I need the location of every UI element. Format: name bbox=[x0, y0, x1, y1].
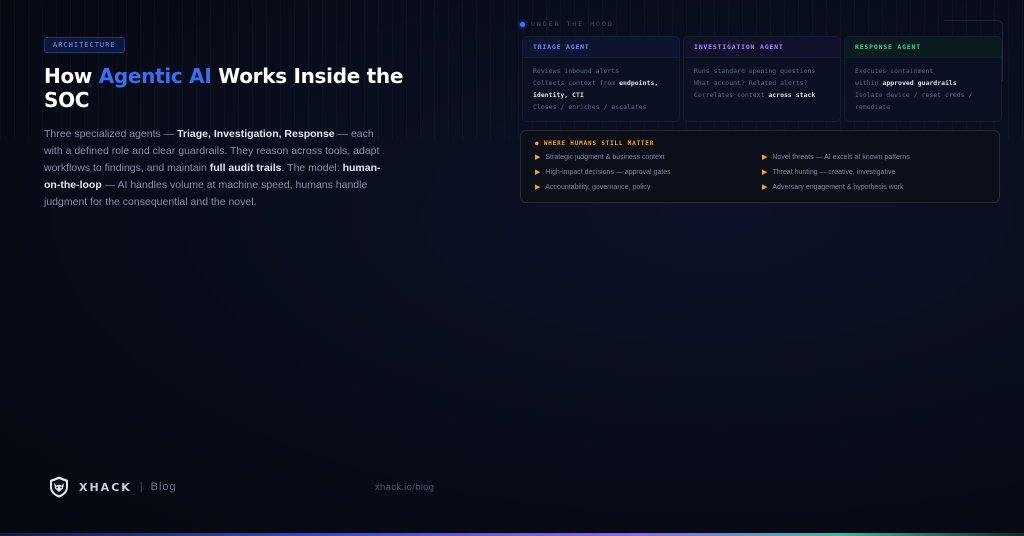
humans-title: ● WHERE HUMANS STILL MATTER bbox=[535, 140, 655, 147]
desc-text: Three specialized agents — bbox=[44, 128, 178, 140]
agent-line: Collects context from endpoints, bbox=[533, 77, 669, 89]
brand-logo[interactable]: XHACK | Blog bbox=[47, 475, 177, 499]
humans-item: ▶ Threat hunting — creative, investigativ… bbox=[762, 168, 896, 177]
agent-title: INVESTIGATION AGENT bbox=[684, 37, 840, 58]
agent-body: Reviews inbound alerts Collects context … bbox=[523, 58, 679, 120]
agent-body: Runs standard opening questions What acc… bbox=[684, 58, 840, 108]
agent-emphasis: approved guardrails bbox=[882, 79, 957, 87]
agent-title: RESPONSE AGENT bbox=[845, 37, 1001, 58]
agent-title: TRIAGE AGENT bbox=[523, 37, 679, 58]
agent-line: What account? Related alerts? bbox=[694, 79, 808, 87]
humans-item: ▶ Accountability, governance, policy bbox=[535, 183, 651, 192]
agent-text: Collects context from bbox=[533, 79, 620, 87]
humans-item: ▶ High-impact decisions — approval gates bbox=[535, 168, 671, 177]
brand-name: XHACK bbox=[79, 480, 132, 494]
section-tag: ARCHITECTURE bbox=[44, 37, 125, 53]
agent-line: remediate bbox=[855, 103, 891, 111]
agent-text: within bbox=[855, 79, 883, 87]
play-arrow-icon: ▶ bbox=[535, 154, 541, 161]
agent-line: Correlates context across stack bbox=[694, 89, 830, 101]
agent-line: Isolate device / reset creds / bbox=[855, 91, 973, 99]
agent-line: identity, CTI bbox=[533, 89, 669, 101]
agent-body: Executes containment within approved gua… bbox=[845, 58, 1001, 120]
agent-emphasis: identity, CTI bbox=[533, 91, 584, 99]
play-arrow-icon: ▶ bbox=[762, 169, 768, 176]
play-arrow-icon: ▶ bbox=[762, 184, 768, 191]
humans-item: ▶ Strategic judgment & business context bbox=[535, 153, 665, 162]
agent-line: within approved guardrails bbox=[855, 77, 991, 89]
agent-line: Reviews inbound alerts bbox=[533, 67, 620, 75]
investigation-agent-card: INVESTIGATION AGENT Runs standard openin… bbox=[683, 36, 841, 122]
humans-item: ▶ Novel threats — AI excels at known patt… bbox=[762, 153, 910, 162]
status-dot-icon bbox=[520, 21, 525, 27]
page-title: How Agentic AI Works Inside the SOC bbox=[44, 64, 404, 112]
humans-item-text: Accountability, governance, policy bbox=[545, 183, 651, 191]
humans-matter-panel: ● WHERE HUMANS STILL MATTER ▶ Strategic j… bbox=[520, 130, 1000, 203]
humans-item-text: Strategic judgment & business context bbox=[545, 153, 665, 161]
intro-paragraph: Three specialized agents — Triage, Inves… bbox=[44, 126, 389, 211]
triage-agent-card: TRIAGE AGENT Reviews inbound alerts Coll… bbox=[522, 36, 680, 122]
agent-line: Closes / enriches / escalates bbox=[533, 103, 647, 111]
play-arrow-icon: ▶ bbox=[535, 184, 541, 191]
play-arrow-icon: ▶ bbox=[535, 169, 541, 176]
title-pre: How bbox=[44, 64, 99, 88]
humans-item-text: Adversary engagement & hypothesis work bbox=[772, 183, 904, 191]
play-arrow-icon: ▶ bbox=[762, 154, 768, 161]
site-url[interactable]: xhack.io/blog bbox=[375, 482, 434, 493]
humans-item-text: Novel threats — AI excels at known patte… bbox=[772, 153, 910, 161]
humans-item-text: High-impact decisions — approval gates bbox=[545, 168, 671, 176]
agent-line: Executes containment bbox=[855, 67, 934, 75]
humans-title-text: WHERE HUMANS STILL MATTER bbox=[543, 140, 655, 147]
hood-label-text: UNDER THE HOOD bbox=[531, 20, 614, 28]
response-agent-card: RESPONSE AGENT Executes containment with… bbox=[844, 36, 1002, 122]
humans-item: ▶ Adversary engagement & hypothesis work bbox=[762, 183, 904, 192]
desc-text: . The model: bbox=[281, 162, 343, 174]
agent-emphasis: endpoints, bbox=[619, 79, 659, 87]
fox-shield-icon bbox=[50, 476, 68, 498]
desc-emphasis: Triage, Investigation, Response bbox=[177, 128, 335, 140]
title-accent: Agentic AI bbox=[98, 64, 212, 88]
agent-text: Correlates context bbox=[694, 91, 769, 99]
brand-separator: | bbox=[139, 481, 143, 493]
agent-line: Runs standard opening questions bbox=[694, 67, 816, 75]
desc-emphasis: full audit trails bbox=[209, 162, 282, 174]
brand-sub: Blog bbox=[150, 481, 177, 493]
under-the-hood-label: UNDER THE HOOD bbox=[520, 20, 614, 28]
agent-emphasis: across stack bbox=[768, 91, 816, 99]
humans-item-text: Threat hunting — creative, investigative bbox=[772, 168, 896, 176]
